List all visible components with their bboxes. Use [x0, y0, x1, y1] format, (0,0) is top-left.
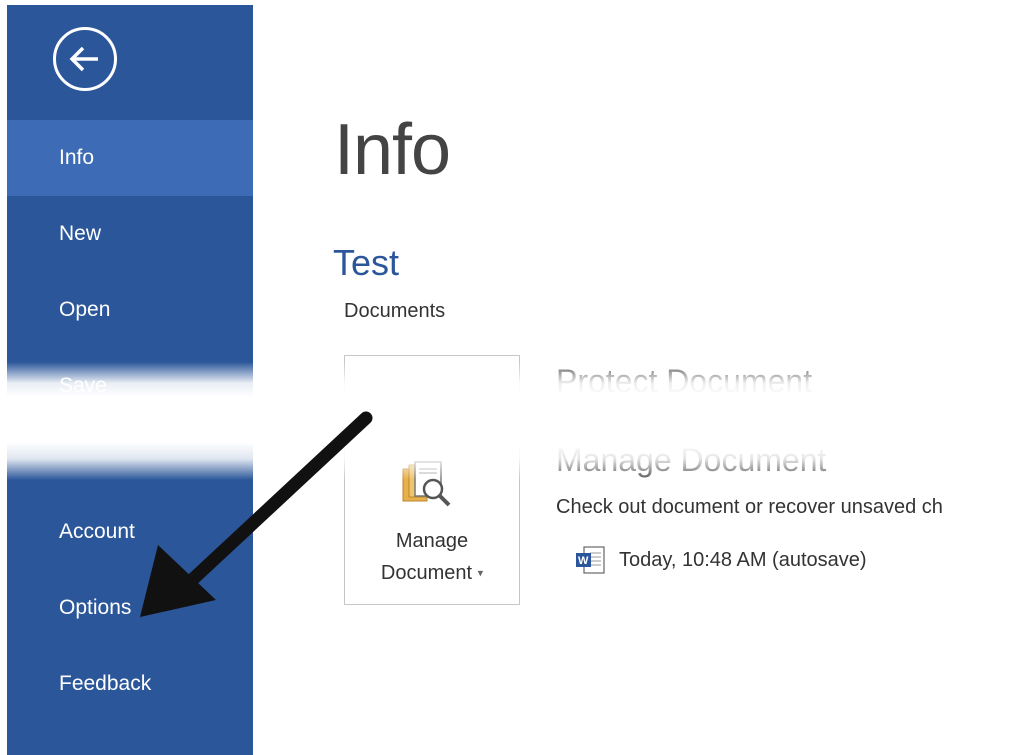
document-location: Documents	[344, 300, 446, 322]
autosave-entry-label: Today, 10:48 AM (autosave)	[619, 548, 867, 571]
backstage-sidebar: Info New Open Save Account Options Feedb…	[7, 5, 253, 755]
document-name: Test	[333, 242, 400, 283]
manage-document-label: Manage Document ▾	[380, 530, 484, 584]
sidebar-item-account[interactable]: Account	[7, 494, 253, 570]
sidebar-item-new[interactable]: New	[7, 196, 253, 272]
manage-document-description: Check out document or recover unsaved ch	[556, 496, 943, 518]
sidebar-item-open[interactable]: Open	[7, 272, 253, 348]
svg-text:W: W	[578, 555, 589, 567]
sidebar-item-options[interactable]: Options	[7, 570, 253, 646]
page-title: Info	[334, 110, 451, 190]
info-pane: Info Test Documents Manage Document ▾ Pr…	[253, 5, 1017, 755]
manage-document-icon	[402, 461, 451, 507]
manage-document-button[interactable]: Manage Document ▾	[344, 420, 520, 605]
manage-document-heading: Manage Document	[556, 442, 827, 478]
protect-document-heading: Protect Document	[556, 363, 813, 399]
back-arrow-icon	[69, 46, 98, 72]
back-button[interactable]	[53, 27, 117, 91]
autosave-version-item[interactable]: W Today, 10:48 AM (autosave)	[575, 544, 867, 576]
sidebar-item-save[interactable]: Save	[7, 348, 253, 424]
protect-document-button[interactable]	[344, 355, 520, 415]
backstage-view: Info New Open Save Account Options Feedb…	[0, 0, 1017, 755]
sidebar-item-info[interactable]: Info	[7, 120, 253, 196]
word-document-icon: W	[576, 546, 605, 574]
sidebar-item-feedback[interactable]: Feedback	[7, 646, 253, 722]
dropdown-arrow-icon: ▾	[477, 567, 484, 580]
